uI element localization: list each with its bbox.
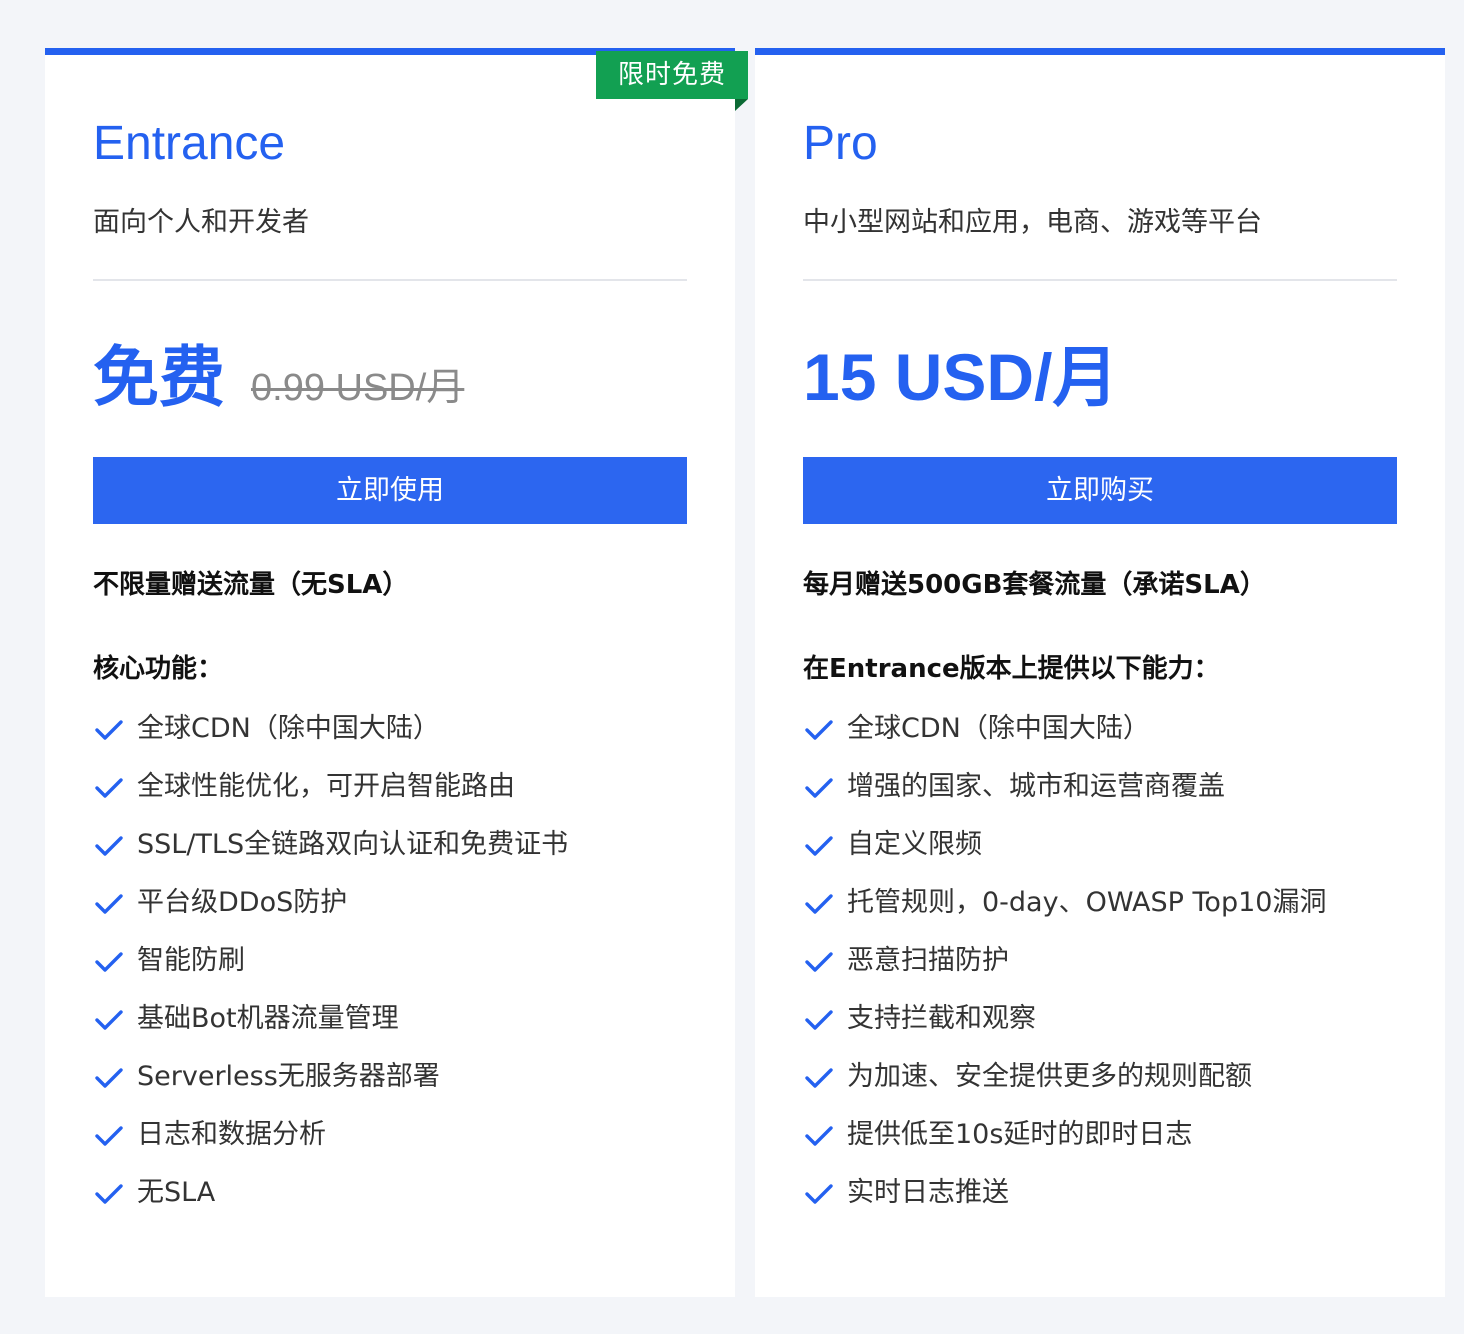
feature-text: 全球CDN（除中国大陆） [847, 713, 1150, 744]
feature-item: 智能防刷 [93, 943, 568, 1001]
feature-item: 平台级DDoS防护 [93, 885, 568, 943]
check-icon [805, 1126, 833, 1146]
feature-item: 提供低至10s延时的即时日志 [803, 1117, 1326, 1175]
check-icon [805, 1184, 833, 1204]
plan-description: 面向个人和开发者 [93, 207, 309, 238]
use-now-button[interactable]: 立即使用 [93, 457, 687, 524]
badge-fold [735, 99, 748, 111]
traffic-quota: 每月赠送500GB套餐流量（承诺SLA） [803, 570, 1266, 600]
feature-item: 支持拦截和观察 [803, 1001, 1326, 1059]
feature-text: 托管规则，0-day、OWASP Top10漏洞 [847, 887, 1327, 918]
divider [803, 279, 1397, 281]
original-price: 0.99 USD/月 [251, 367, 465, 409]
limited-free-badge: 限时免费 [596, 51, 748, 99]
check-icon [95, 836, 123, 856]
price-row: 免费 0.99 USD/月 [93, 337, 464, 417]
feature-text: 日志和数据分析 [137, 1119, 326, 1150]
check-icon [95, 952, 123, 972]
feature-item: 实时日志推送 [803, 1175, 1326, 1233]
traffic-quota: 不限量赠送流量（无SLA） [93, 570, 409, 600]
plan-title: Pro [803, 117, 878, 170]
buy-now-button[interactable]: 立即购买 [803, 457, 1397, 524]
feature-list: 全球CDN（除中国大陆） 全球性能优化，可开启智能路由 SSL/TLS全链路双向… [93, 711, 568, 1233]
feature-text: 基础Bot机器流量管理 [137, 1003, 399, 1034]
feature-text: 支持拦截和观察 [847, 1003, 1036, 1034]
plan-description: 中小型网站和应用，电商、游戏等平台 [803, 207, 1262, 238]
check-icon [95, 1126, 123, 1146]
feature-text: 全球性能优化，可开启智能路由 [137, 771, 515, 802]
plan-card-pro: Pro 中小型网站和应用，电商、游戏等平台 15 USD/月 立即购买 每月赠送… [755, 48, 1445, 1297]
feature-text: 平台级DDoS防护 [137, 887, 348, 918]
feature-item: 日志和数据分析 [93, 1117, 568, 1175]
feature-text: Serverless无服务器部署 [137, 1061, 440, 1092]
check-icon [805, 952, 833, 972]
feature-text: 自定义限频 [847, 829, 982, 860]
check-icon [805, 720, 833, 740]
feature-item: 自定义限频 [803, 827, 1326, 885]
check-icon [805, 1068, 833, 1088]
feature-text: SSL/TLS全链路双向认证和免费证书 [137, 829, 569, 860]
feature-item: 恶意扫描防护 [803, 943, 1326, 1001]
check-icon [95, 894, 123, 914]
features-heading: 核心功能： [93, 654, 224, 684]
check-icon [95, 778, 123, 798]
price: 免费 [93, 340, 225, 414]
divider [93, 279, 687, 281]
feature-text: 无SLA [137, 1177, 216, 1208]
feature-item: 增强的国家、城市和运营商覆盖 [803, 769, 1326, 827]
plan-card-entrance: 限时免费 Entrance 面向个人和开发者 免费 0.99 USD/月 立即使… [45, 48, 748, 1297]
feature-item: Serverless无服务器部署 [93, 1059, 568, 1117]
feature-item: 无SLA [93, 1175, 568, 1233]
feature-text: 提供低至10s延时的即时日志 [847, 1119, 1193, 1150]
feature-text: 增强的国家、城市和运营商覆盖 [847, 771, 1225, 802]
check-icon [805, 778, 833, 798]
feature-text: 实时日志推送 [847, 1177, 1009, 1208]
feature-list: 全球CDN（除中国大陆） 增强的国家、城市和运营商覆盖 自定义限频 托管规则，0… [803, 711, 1326, 1233]
feature-item: 为加速、安全提供更多的规则配额 [803, 1059, 1326, 1117]
feature-item: 全球CDN（除中国大陆） [803, 711, 1326, 769]
feature-item: SSL/TLS全链路双向认证和免费证书 [93, 827, 568, 885]
check-icon [95, 1068, 123, 1088]
check-icon [95, 720, 123, 740]
feature-text: 为加速、安全提供更多的规则配额 [847, 1061, 1252, 1092]
feature-item: 全球性能优化，可开启智能路由 [93, 769, 568, 827]
feature-item: 托管规则，0-day、OWASP Top10漏洞 [803, 885, 1326, 943]
check-icon [95, 1184, 123, 1204]
check-icon [95, 1010, 123, 1030]
feature-text: 智能防刷 [137, 945, 245, 976]
check-icon [805, 1010, 833, 1030]
feature-item: 全球CDN（除中国大陆） [93, 711, 568, 769]
features-heading: 在Entrance版本上提供以下能力： [803, 654, 1220, 684]
check-icon [805, 836, 833, 856]
price-row: 15 USD/月 [803, 337, 1118, 417]
feature-text: 恶意扫描防护 [847, 945, 1009, 976]
check-icon [805, 894, 833, 914]
plan-title: Entrance [93, 117, 286, 170]
price: 15 USD/月 [803, 340, 1119, 414]
feature-text: 全球CDN（除中国大陆） [137, 713, 440, 744]
feature-item: 基础Bot机器流量管理 [93, 1001, 568, 1059]
